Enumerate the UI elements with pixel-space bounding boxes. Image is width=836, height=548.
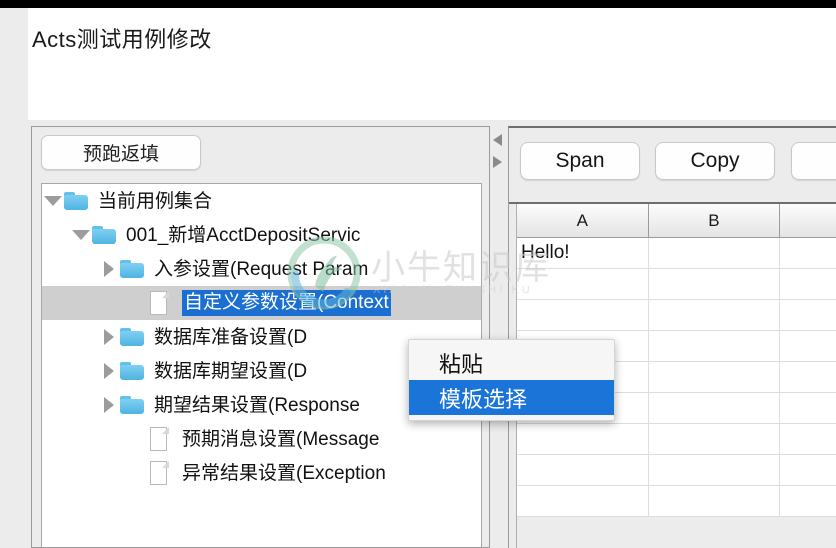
folder-icon (92, 225, 118, 245)
window-top-strip (0, 0, 836, 8)
grid-cell[interactable] (517, 269, 649, 299)
grid-cell[interactable] (780, 362, 836, 392)
grid-cell[interactable] (649, 486, 781, 516)
grid-cell[interactable] (649, 424, 781, 454)
grid-cell[interactable] (517, 486, 649, 516)
case-tree-panel: 预跑返填 当前用例集合 001_新增AcctDepositServic 入参设置(R… (31, 126, 490, 548)
chevron-down-glyph (72, 230, 90, 240)
grid-cell[interactable] (517, 455, 649, 485)
tree-item-label: 预期消息设置(Message (182, 428, 380, 450)
chevron-right-glyph (104, 363, 114, 379)
grid-column-header[interactable]: A (517, 204, 649, 237)
grid-cell[interactable] (780, 300, 836, 330)
chevron-down-icon[interactable] (42, 196, 64, 206)
grid-row: Hello! (517, 238, 836, 269)
triangle-left-icon[interactable] (493, 134, 502, 146)
folder-icon (120, 361, 146, 381)
grid-cell[interactable] (649, 393, 781, 423)
file-icon (148, 291, 174, 315)
chevron-right-icon[interactable] (98, 329, 120, 345)
grid-cell[interactable] (780, 269, 836, 299)
chevron-right-glyph (104, 329, 114, 345)
grid-row (517, 269, 836, 300)
span-button[interactable]: Span (520, 142, 640, 180)
copy-button[interactable]: Copy (655, 142, 775, 180)
tree-item-label: 异常结果设置(Exception (182, 462, 386, 484)
grid-cell[interactable] (780, 331, 836, 361)
grid-cell[interactable] (649, 455, 781, 485)
sheet-toolbar: Span Copy D (509, 128, 836, 204)
grid-cell[interactable] (517, 300, 649, 330)
grid-cell[interactable] (780, 393, 836, 423)
chevron-right-icon[interactable] (98, 261, 120, 277)
tree-item[interactable]: 异常结果设置(Exception (42, 456, 481, 490)
tree-item-label: 数据库期望设置(D (154, 360, 308, 382)
context-menu-item[interactable]: 粘贴 (409, 345, 614, 380)
grid-column-header[interactable]: B (649, 204, 781, 237)
grid-cell[interactable]: Hello! (517, 238, 649, 268)
grid-row (517, 300, 836, 331)
grid-column-header[interactable] (780, 204, 836, 237)
grid-cell[interactable] (649, 238, 781, 268)
delete-button[interactable]: D (791, 142, 836, 180)
tree-item-label: 数据库准备设置(D (154, 326, 308, 348)
triangle-right-icon[interactable] (493, 156, 502, 168)
tree-item[interactable]: 当前用例集合 (42, 184, 481, 218)
file-icon (148, 461, 174, 485)
folder-icon (120, 327, 146, 347)
grid-header-row: AB (517, 204, 836, 238)
folder-icon (64, 191, 90, 211)
tree-item[interactable]: 入参设置(Request Param (42, 252, 481, 286)
tree-item-label: 自定义参数设置(Context (182, 290, 391, 316)
folder-icon (120, 259, 146, 279)
chevron-down-icon[interactable] (70, 230, 92, 240)
sheet-panel: Span Copy D ABHello! (508, 126, 836, 548)
grid-cell[interactable] (649, 331, 781, 361)
chevron-down-glyph (44, 196, 62, 206)
chevron-right-icon[interactable] (98, 397, 120, 413)
chevron-right-glyph (104, 261, 114, 277)
grid-row (517, 486, 836, 517)
tree-item-label: 当前用例集合 (98, 190, 213, 212)
folder-icon (120, 395, 146, 415)
tree-item-label: 001_新增AcctDepositServic (126, 224, 361, 246)
prerun-refill-button[interactable]: 预跑返填 (41, 135, 201, 170)
tree-item-label: 期望结果设置(Response (154, 394, 360, 416)
chevron-right-icon[interactable] (98, 363, 120, 379)
context-menu[interactable]: 粘贴 模板选择 (408, 339, 615, 421)
grid-row (517, 424, 836, 455)
tree-item[interactable]: 自定义参数设置(Context (42, 286, 481, 320)
chevron-right-glyph (104, 397, 114, 413)
grid-row (517, 455, 836, 486)
grid-cell[interactable] (780, 486, 836, 516)
context-menu-item[interactable]: 模板选择 (409, 380, 614, 415)
file-icon (148, 427, 174, 451)
grid-cell[interactable] (780, 238, 836, 268)
tree-item[interactable]: 预期消息设置(Message (42, 422, 481, 456)
grid-cell[interactable] (780, 455, 836, 485)
grid-cell[interactable] (649, 300, 781, 330)
panel-splitter[interactable] (490, 126, 508, 548)
grid-cell[interactable] (517, 424, 649, 454)
grid-cell[interactable] (649, 269, 781, 299)
page-title: Acts测试用例修改 (32, 27, 212, 52)
grid-cell[interactable] (780, 424, 836, 454)
title-card: Acts测试用例修改 (28, 8, 836, 120)
grid-empty-area (517, 517, 836, 548)
grid-cell[interactable] (649, 362, 781, 392)
tree-item-label: 入参设置(Request Param (154, 258, 369, 280)
tree-item[interactable]: 001_新增AcctDepositServic (42, 218, 481, 252)
